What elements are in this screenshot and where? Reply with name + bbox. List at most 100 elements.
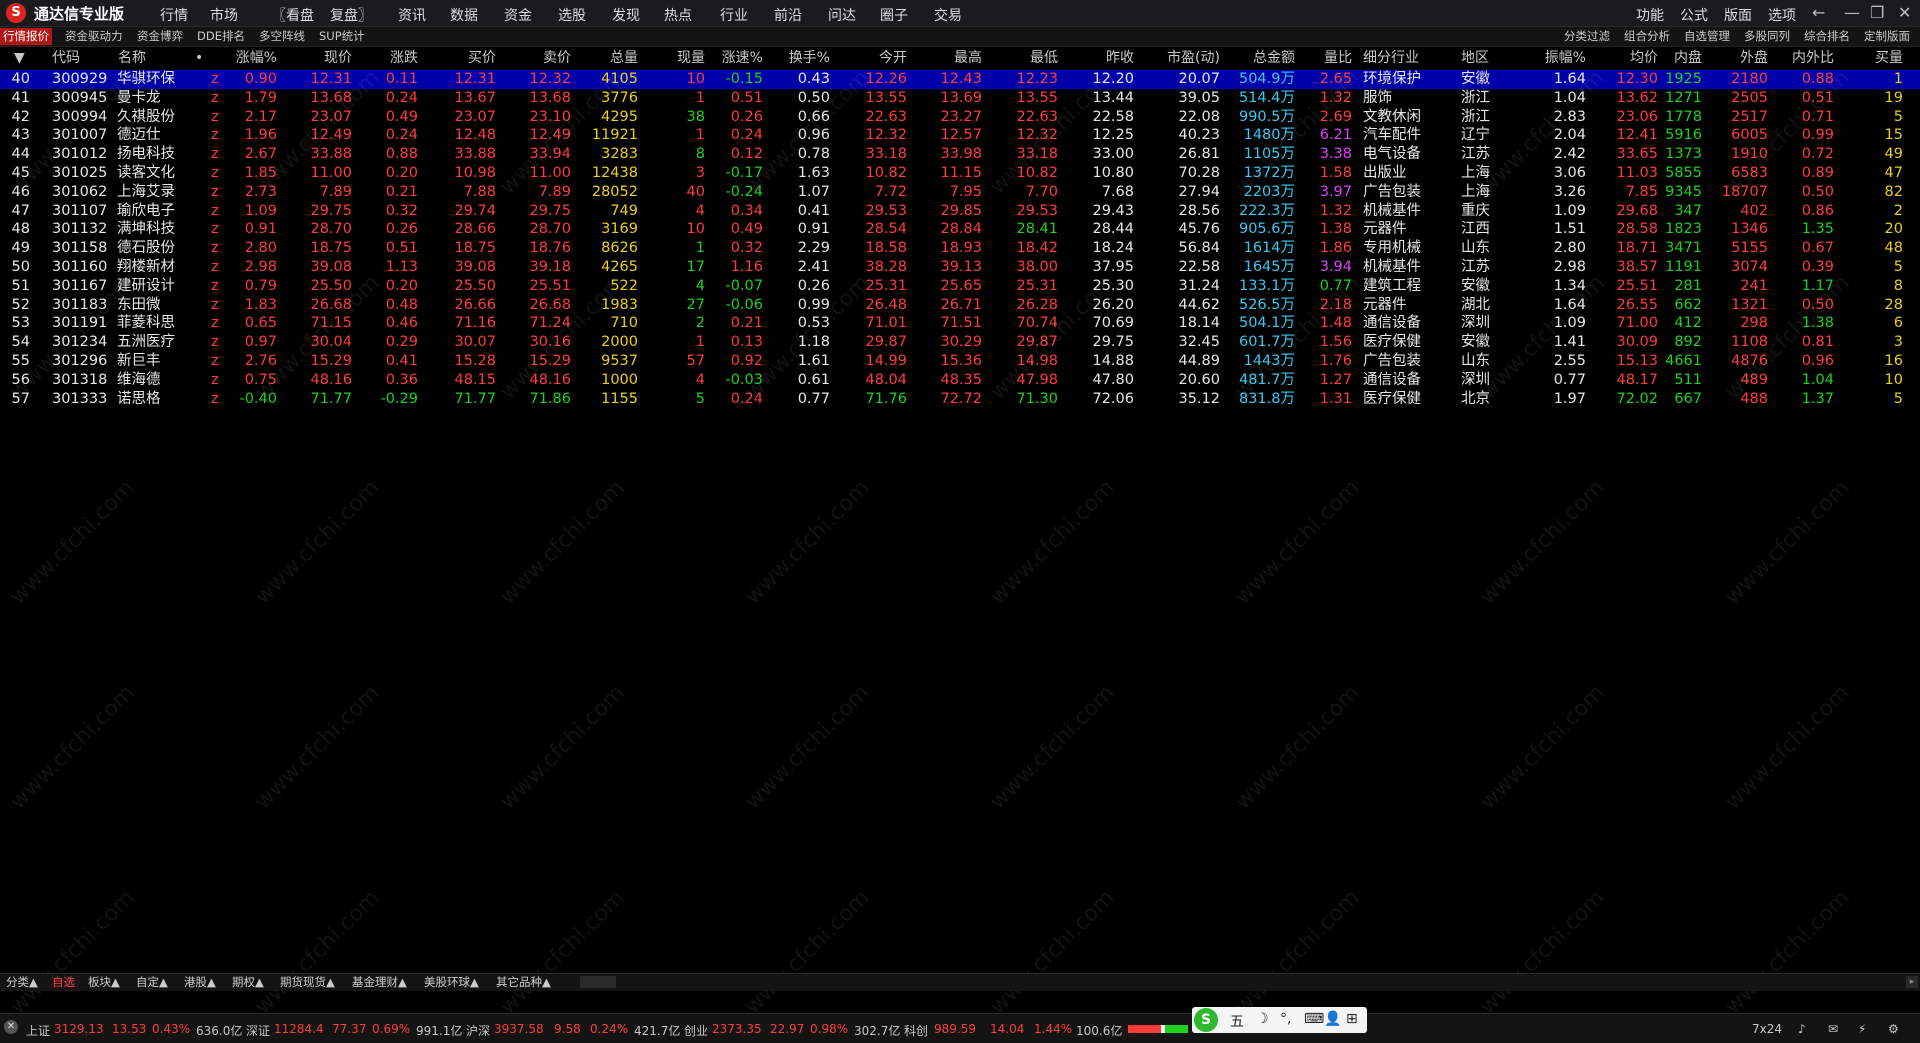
right-function-tab[interactable]: 组合分析: [1624, 28, 1670, 45]
menu-item[interactable]: 选股: [558, 5, 586, 25]
right-function-tab[interactable]: 综合排名: [1804, 28, 1850, 45]
table-row[interactable]: 51 301167 建研设计 z 0.79 25.50 0.20 25.50 25.51 522 4…: [0, 277, 1920, 296]
column-header-bid[interactable]: 买价: [468, 48, 496, 68]
menu-item[interactable]: 前沿: [774, 5, 802, 25]
column-header-prev[interactable]: 昨收: [1106, 48, 1134, 68]
menu-item[interactable]: 资金: [504, 5, 532, 25]
table-row[interactable]: 48 301132 满坤科技 z 0.91 28.70 0.26 28.66 28.70 3169…: [0, 220, 1920, 239]
column-header-sort[interactable]: ▼: [14, 48, 25, 68]
table-row[interactable]: 50 301160 翔楼新材 z 2.98 39.08 1.13 39.08 39.18 4265…: [0, 258, 1920, 277]
function-tab[interactable]: 行情报价: [0, 28, 52, 45]
table-row[interactable]: 55 301296 新巨丰 z 2.76 15.29 0.41 15.28 15.29 9537 5…: [0, 352, 1920, 371]
menu-item[interactable]: 行情: [160, 5, 188, 25]
column-header-chg[interactable]: 涨跌: [390, 48, 418, 68]
menu-item[interactable]: 交易: [934, 5, 962, 25]
function-tab[interactable]: DDE排名: [194, 28, 248, 45]
ime-toolbar[interactable]: S 五 ☽ °, ⌨ 👤 ⊞: [1192, 1007, 1367, 1033]
menu-item[interactable]: 复盘〗: [330, 5, 372, 25]
market-tab[interactable]: 港股▲: [184, 975, 216, 990]
message-icon[interactable]: ✉: [1828, 1022, 1838, 1036]
table-row[interactable]: 43 301007 德迈仕 z 1.96 12.49 0.24 12.48 12.49 11921…: [0, 126, 1920, 145]
column-header-pe[interactable]: 市盈(动): [1167, 48, 1220, 68]
ime-mode[interactable]: 五: [1230, 1011, 1244, 1031]
column-header-ask[interactable]: 卖价: [543, 48, 571, 68]
function-tab[interactable]: 多空阵线: [256, 28, 308, 45]
function-tab[interactable]: 资金驱动力: [62, 28, 126, 45]
table-row[interactable]: 44 301012 扬电科技 z 2.67 33.88 0.88 33.88 33.94 3283…: [0, 145, 1920, 164]
table-row[interactable]: 40 300929 华骐环保 z 0.90 12.31 0.11 12.31 12.32 4105…: [0, 70, 1920, 89]
menu-item[interactable]: 问达: [828, 5, 856, 25]
column-header-avg[interactable]: 均价: [1630, 48, 1658, 68]
scroll-right-icon[interactable]: ▸: [1906, 976, 1918, 988]
close-icon[interactable]: ✕: [1898, 3, 1911, 22]
minimize-icon[interactable]: —: [1844, 3, 1860, 22]
right-function-tab[interactable]: 分类过滤: [1564, 28, 1610, 45]
table-row[interactable]: 52 301183 东田微 z 1.83 26.68 0.48 26.66 26.68 1983 2…: [0, 296, 1920, 315]
market-tab[interactable]: 板块▲: [88, 975, 120, 990]
right-function-tab[interactable]: 自选管理: [1684, 28, 1730, 45]
table-row[interactable]: 56 301318 维海德 z 0.75 48.16 0.36 48.15 48.16 1000 4…: [0, 371, 1920, 390]
market-tab[interactable]: 期权▲: [232, 975, 264, 990]
column-header-dot[interactable]: •: [195, 48, 203, 68]
table-row[interactable]: 53 301191 菲菱科思 z 0.65 71.15 0.46 71.16 71.24 710 2…: [0, 314, 1920, 333]
menu-item[interactable]: 市场: [210, 5, 238, 25]
ime-keyboard-icon[interactable]: ⌨: [1304, 1011, 1324, 1027]
right-menu-item[interactable]: 版面: [1724, 5, 1752, 25]
menu-item[interactable]: 资讯: [398, 5, 426, 25]
right-function-tab[interactable]: 定制版面: [1864, 28, 1910, 45]
table-row[interactable]: 46 301062 上海艾录 z 2.73 7.89 0.21 7.88 7.89 28052 40…: [0, 183, 1920, 202]
table-row[interactable]: 45 301025 读客文化 z 1.85 11.00 0.20 10.98 11.00 1243…: [0, 164, 1920, 183]
close-circle-icon[interactable]: ✕: [4, 1020, 18, 1034]
settings-icon[interactable]: ⚙: [1888, 1022, 1899, 1036]
ime-punct-icon[interactable]: °,: [1280, 1011, 1291, 1027]
market-tab[interactable]: 期货现货▲: [280, 975, 335, 990]
market-tab[interactable]: 美股环球▲: [424, 975, 479, 990]
table-row[interactable]: 42 300994 久祺股份 z 2.17 23.07 0.49 23.07 23.10 4295…: [0, 108, 1920, 127]
column-header-high[interactable]: 最高: [954, 48, 982, 68]
column-header-code[interactable]: 代码: [52, 48, 80, 68]
column-header-bidvol[interactable]: 买量: [1875, 48, 1903, 68]
table-row[interactable]: 41 300945 曼卡龙 z 1.79 13.68 0.24 13.67 13.68 3776 1…: [0, 89, 1920, 108]
connection-icon[interactable]: ⚡: [1858, 1022, 1866, 1036]
column-header-vol[interactable]: 总量: [610, 48, 638, 68]
column-header-low[interactable]: 最低: [1030, 48, 1058, 68]
menu-item[interactable]: 圈子: [880, 5, 908, 25]
column-header-industry[interactable]: 细分行业: [1363, 48, 1419, 68]
column-header-ratio[interactable]: 量比: [1324, 48, 1352, 68]
menu-item[interactable]: 〖看盘: [272, 5, 314, 25]
menu-item[interactable]: 热点: [664, 5, 692, 25]
menu-item[interactable]: 发现: [612, 5, 640, 25]
table-row[interactable]: 57 301333 诺思格 z -0.40 71.77 -0.29 71.77 71.86 115…: [0, 390, 1920, 409]
news-7x24-label[interactable]: 7x24: [1752, 1022, 1782, 1036]
column-header-speed[interactable]: 涨速%: [722, 48, 763, 68]
function-tab[interactable]: 资金博弈: [134, 28, 186, 45]
ime-user-icon[interactable]: 👤: [1324, 1011, 1341, 1027]
sound-icon[interactable]: ♪: [1798, 1022, 1806, 1036]
table-row[interactable]: 49 301158 德石股份 z 2.80 18.75 0.51 18.75 18.76 8626…: [0, 239, 1920, 258]
market-tab[interactable]: 基金理财▲: [352, 975, 407, 990]
market-tab[interactable]: 其它品种▲: [496, 975, 551, 990]
back-arrow-icon[interactable]: ←: [1812, 3, 1825, 22]
right-menu-item[interactable]: 功能: [1636, 5, 1664, 25]
menu-item[interactable]: 行业: [720, 5, 748, 25]
right-function-tab[interactable]: 多股同列: [1744, 28, 1790, 45]
restore-icon[interactable]: ❐: [1870, 3, 1884, 22]
column-header-io[interactable]: 内外比: [1792, 48, 1834, 68]
column-header-outer[interactable]: 外盘: [1740, 48, 1768, 68]
market-tab[interactable]: 自定▲: [136, 975, 168, 990]
market-tab[interactable]: 自选: [52, 975, 75, 990]
table-row[interactable]: 54 301234 五洲医疗 z 0.97 30.04 0.29 30.07 30.16 2000…: [0, 333, 1920, 352]
menu-item[interactable]: 数据: [450, 5, 478, 25]
column-header-price[interactable]: 现价: [324, 48, 352, 68]
ime-logo-icon[interactable]: S: [1194, 1008, 1218, 1032]
right-menu-item[interactable]: 公式: [1680, 5, 1708, 25]
right-menu-item[interactable]: 选项: [1768, 5, 1796, 25]
ime-menu-icon[interactable]: ⊞: [1346, 1011, 1358, 1027]
column-header-region[interactable]: 地区: [1461, 48, 1489, 68]
horizontal-scrollbar[interactable]: [580, 976, 616, 988]
column-header-name[interactable]: 名称: [118, 48, 146, 68]
function-tab[interactable]: SUP统计: [316, 28, 368, 45]
column-header-open[interactable]: 今开: [879, 48, 907, 68]
column-header-amount[interactable]: 总金额: [1253, 48, 1295, 68]
column-header-inner[interactable]: 内盘: [1674, 48, 1702, 68]
